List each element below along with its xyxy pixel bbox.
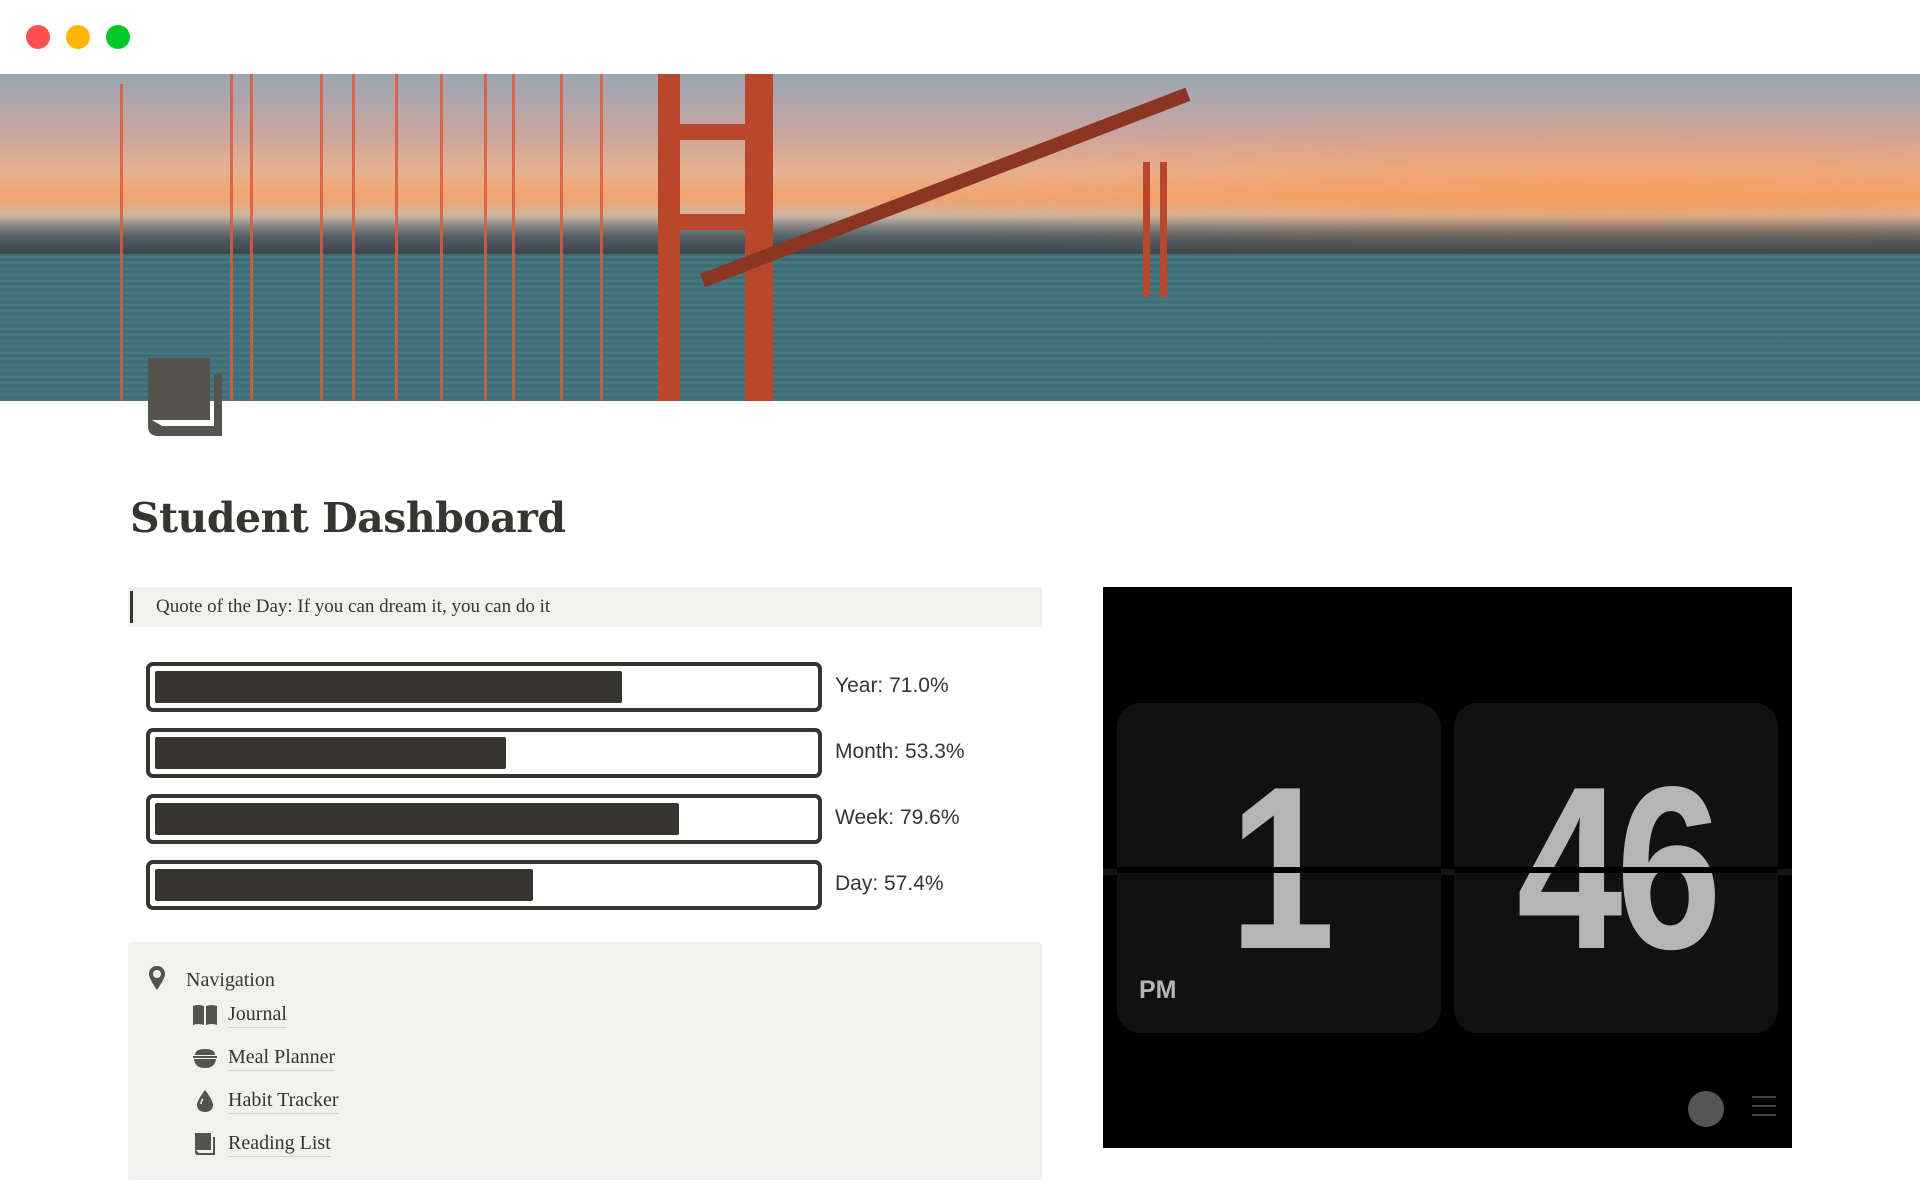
progress-label: Year: 71.0% bbox=[835, 674, 949, 697]
nav-item-label[interactable]: Reading List bbox=[228, 1132, 331, 1157]
cover-image bbox=[0, 74, 1920, 401]
progress-label: Week: 79.6% bbox=[835, 806, 960, 829]
nav-item-journal[interactable]: Journal bbox=[192, 1002, 287, 1028]
minimize-window-button[interactable] bbox=[66, 25, 90, 49]
bridge-cable bbox=[512, 74, 515, 401]
flip-gap bbox=[1117, 867, 1441, 873]
bridge-cable bbox=[352, 74, 355, 401]
drop-icon bbox=[192, 1088, 218, 1114]
progress-label: Month: 53.3% bbox=[835, 740, 965, 763]
page-title: Student Dashboard bbox=[130, 494, 566, 542]
navigation-callout: Navigation Journal Meal Planner Habit Tr… bbox=[128, 942, 1042, 1180]
quote-bar bbox=[130, 591, 133, 623]
progress-fill bbox=[155, 869, 533, 901]
progress-day: Day: 57.4% bbox=[146, 860, 1006, 910]
minute-card: 46 bbox=[1454, 703, 1778, 1033]
nav-item-label[interactable]: Habit Tracker bbox=[228, 1089, 339, 1114]
progress-label: Day: 57.4% bbox=[835, 872, 944, 895]
flip-gap bbox=[1454, 867, 1778, 873]
bay-water bbox=[0, 254, 1920, 401]
bridge-tower-far bbox=[1160, 162, 1167, 297]
open-book-icon bbox=[192, 1002, 218, 1028]
book-pages-icon[interactable] bbox=[146, 356, 224, 438]
bridge-cable bbox=[484, 74, 487, 401]
bridge-cable bbox=[395, 74, 398, 401]
period-label: PM bbox=[1139, 976, 1177, 1004]
bridge-cable bbox=[600, 74, 603, 401]
bridge-tower-beam bbox=[658, 124, 773, 140]
hour-card: 1 PM bbox=[1117, 703, 1441, 1033]
progress-week: Week: 79.6% bbox=[146, 794, 1006, 844]
nav-item-habit-tracker[interactable]: Habit Tracker bbox=[192, 1088, 339, 1114]
maximize-window-button[interactable] bbox=[106, 25, 130, 49]
pages-icon bbox=[192, 1131, 218, 1157]
progress-fill bbox=[155, 803, 679, 835]
nav-item-reading-list[interactable]: Reading List bbox=[192, 1131, 331, 1157]
navigation-heading: Navigation bbox=[148, 965, 275, 996]
bridge-cable bbox=[320, 74, 323, 401]
nav-item-meal-planner[interactable]: Meal Planner bbox=[192, 1045, 336, 1071]
bridge-cable bbox=[440, 74, 443, 401]
bridge-tower-beam bbox=[658, 214, 773, 230]
bridge-cable bbox=[120, 84, 123, 401]
nav-item-label[interactable]: Journal bbox=[228, 1003, 287, 1028]
progress-track bbox=[146, 728, 822, 778]
theme-toggle-button[interactable] bbox=[1688, 1091, 1724, 1127]
map-pin-icon bbox=[148, 965, 166, 996]
close-window-button[interactable] bbox=[26, 25, 50, 49]
navigation-heading-label: Navigation bbox=[186, 969, 275, 991]
bowl-icon bbox=[192, 1045, 218, 1071]
progress-track bbox=[146, 860, 822, 910]
bridge-cable bbox=[560, 74, 563, 401]
window-titlebar bbox=[0, 0, 1920, 74]
nav-item-label[interactable]: Meal Planner bbox=[228, 1046, 336, 1071]
progress-month: Month: 53.3% bbox=[146, 728, 1006, 778]
progress-year: Year: 71.0% bbox=[146, 662, 1006, 712]
bridge-tower-far bbox=[1143, 162, 1150, 297]
bridge-cable bbox=[230, 74, 233, 401]
quote-text: Quote of the Day: If you can dream it, y… bbox=[156, 596, 551, 617]
flip-clock-widget: 1 PM 46 bbox=[1103, 587, 1792, 1148]
quote-callout: Quote of the Day: If you can dream it, y… bbox=[128, 587, 1042, 627]
progress-fill bbox=[155, 671, 622, 703]
bridge-cable bbox=[250, 74, 253, 401]
progress-track bbox=[146, 794, 822, 844]
menu-icon[interactable] bbox=[1752, 1096, 1776, 1118]
progress-track bbox=[146, 662, 822, 712]
progress-fill bbox=[155, 737, 506, 769]
